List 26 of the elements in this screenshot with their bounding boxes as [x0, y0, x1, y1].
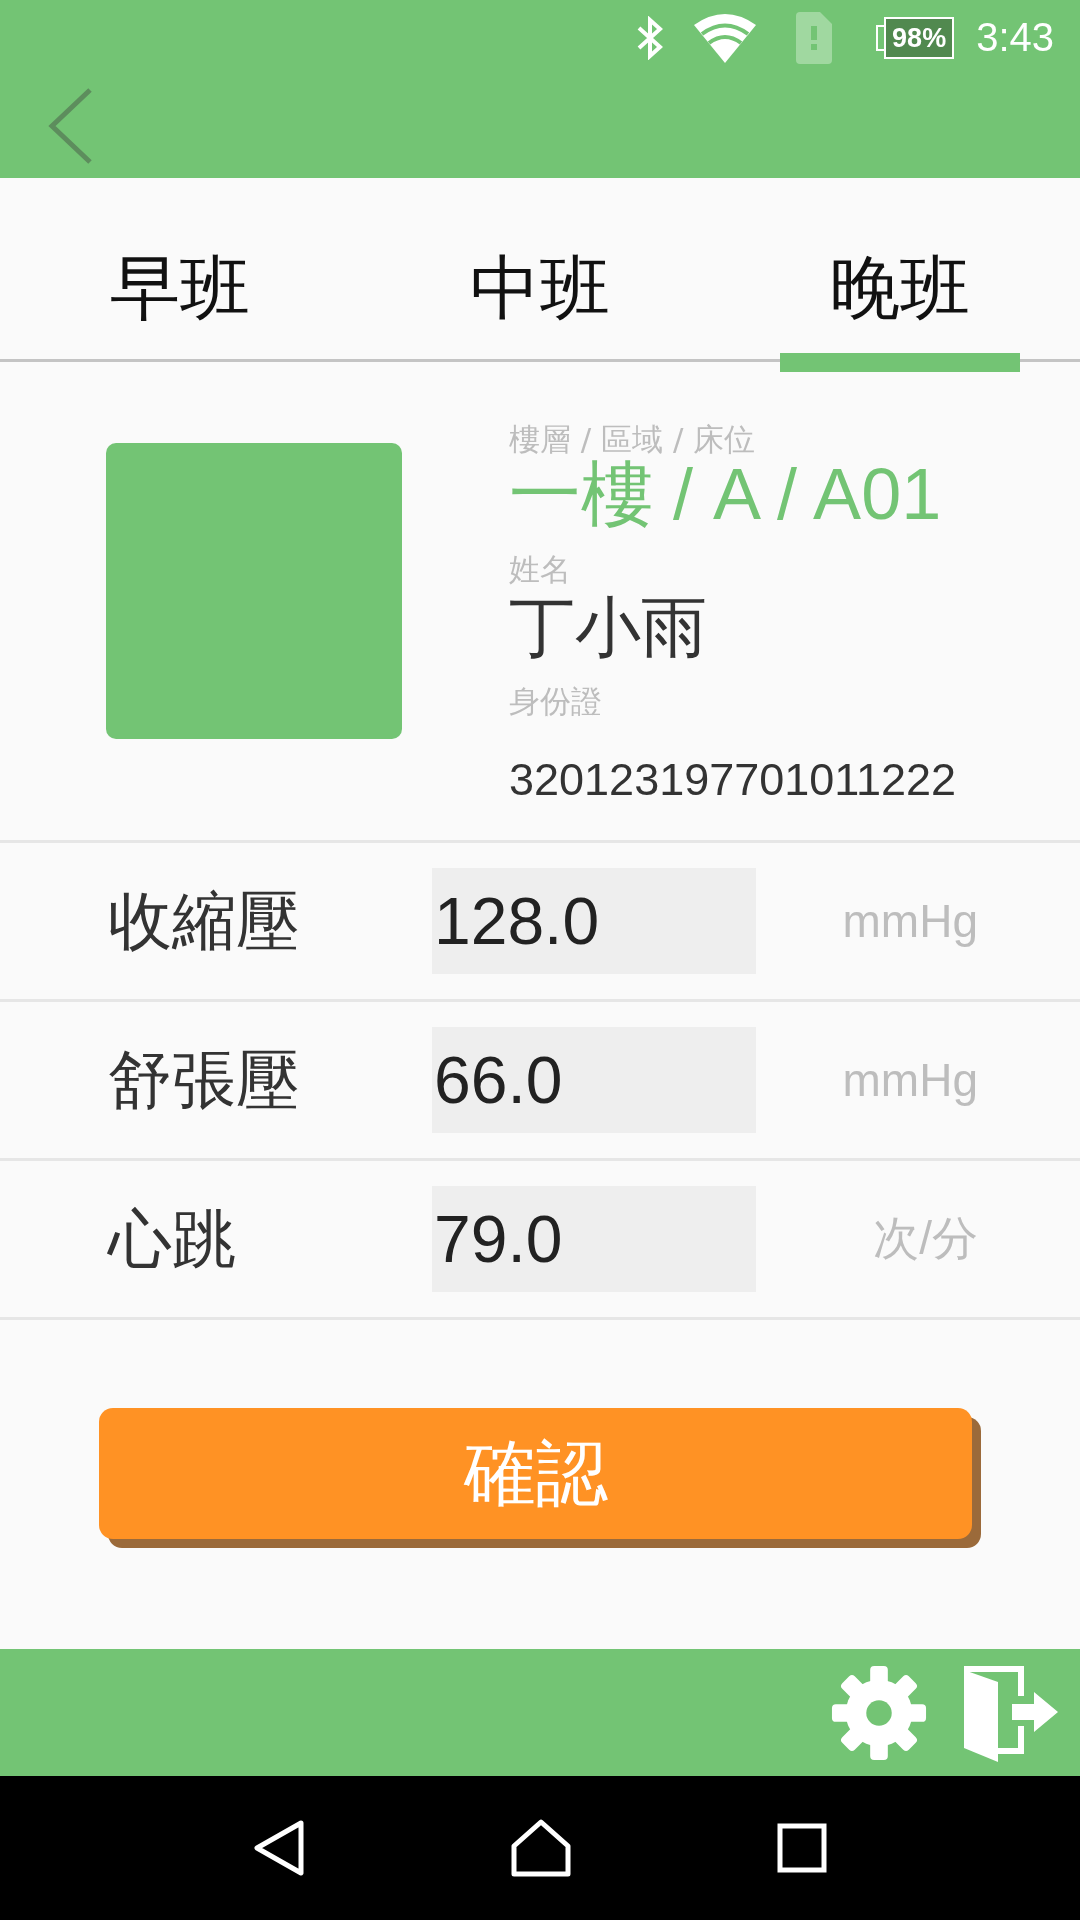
- vital-label: 收縮壓: [107, 882, 301, 960]
- shift-tab[interactable]: 晚班: [720, 178, 1080, 372]
- vital-input[interactable]: 128.0: [432, 868, 756, 974]
- clock: 3:43: [976, 15, 1054, 60]
- wifi-icon: [694, 12, 757, 63]
- unit-label: mmHg: [841, 894, 979, 948]
- nav-back-icon[interactable]: [252, 1819, 305, 1877]
- id-number: 320123197701011222: [509, 754, 957, 806]
- location-value: 一樓 / A / A01: [509, 458, 942, 530]
- recents-icon[interactable]: [777, 1823, 828, 1873]
- vital-label: 心跳: [106, 1200, 237, 1278]
- vital-input[interactable]: 66.0: [432, 1027, 756, 1133]
- id-label: 身份證: [509, 682, 602, 720]
- name-label: 姓名: [509, 550, 571, 588]
- vital-label: 舒張壓: [107, 1041, 301, 1119]
- home-icon[interactable]: [510, 1818, 572, 1878]
- bluetooth-icon: [636, 15, 665, 60]
- vital-input[interactable]: 79.0: [432, 1186, 756, 1292]
- patient-name: 丁小雨: [509, 588, 707, 668]
- battery-indicator: 98%: [876, 16, 955, 59]
- sim-alert-icon: [796, 11, 833, 64]
- unit-label: 次/分: [872, 1211, 979, 1266]
- shift-tab[interactable]: 早班: [0, 178, 360, 372]
- location-label: 樓層 / 區域 / 床位: [509, 420, 756, 458]
- shift-tab[interactable]: 中班: [360, 178, 720, 372]
- unit-label: mmHg: [841, 1053, 979, 1107]
